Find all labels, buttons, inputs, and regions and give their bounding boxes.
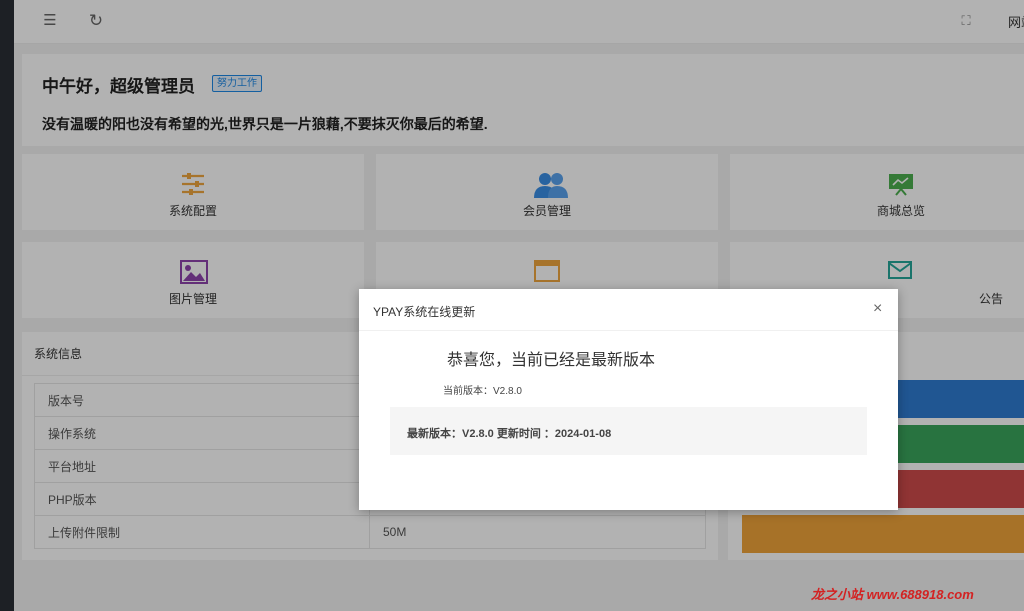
- watermark: 龙之小站 www.688918.com: [811, 587, 974, 602]
- dialog-title: YPAY系统在线更新: [373, 305, 476, 319]
- dialog-header: YPAY系统在线更新 ×: [359, 289, 898, 331]
- current-version: 当前版本：V2.8.0: [443, 386, 522, 397]
- latest-version-box: 最新版本：V2.8.0 更新时间 ：2024-01-08: [390, 407, 867, 455]
- latest-version-info: 最新版本：V2.8.0 更新时间 ：2024-01-08: [407, 428, 612, 440]
- update-dialog: YPAY系统在线更新 × 恭喜您，当前已经是最新版本 当前版本：V2.8.0 最…: [359, 289, 898, 510]
- update-message: 恭喜您，当前已经是最新版本: [447, 352, 656, 369]
- close-icon[interactable]: ×: [873, 300, 882, 318]
